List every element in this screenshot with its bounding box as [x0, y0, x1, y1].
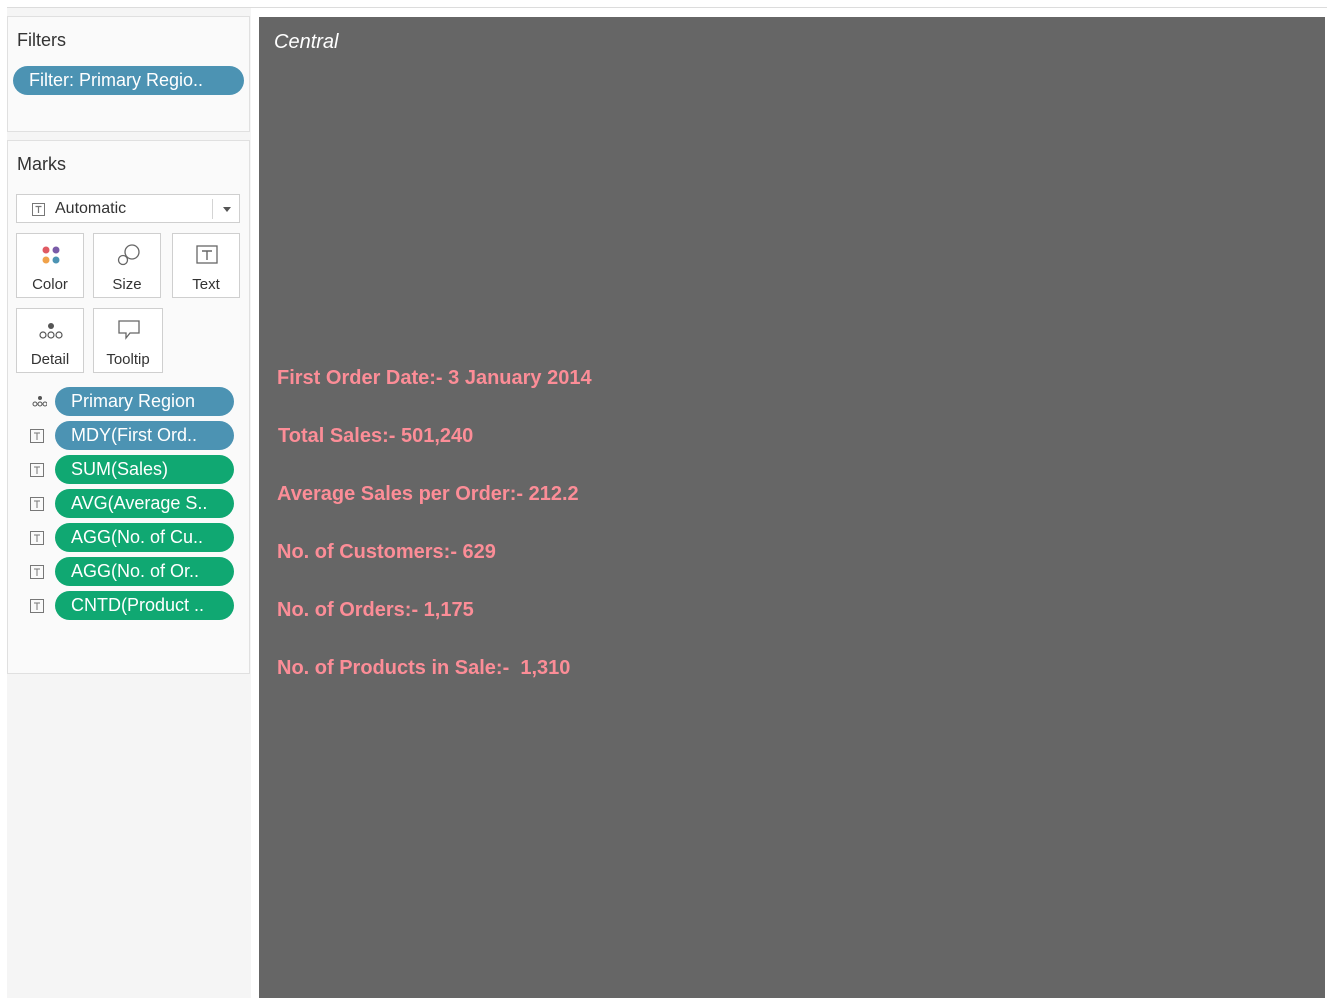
tooltip-label: Tooltip — [106, 351, 150, 368]
color-dots-icon — [42, 246, 60, 264]
text-field-icon — [30, 565, 44, 579]
tooltip-button[interactable]: Tooltip — [93, 308, 163, 373]
detail-icon — [32, 396, 47, 407]
text-mark-icon — [32, 203, 45, 216]
worksheet-view[interactable]: Central First Order Date:- 3 January 201… — [259, 17, 1325, 998]
dropdown-separator — [212, 199, 213, 219]
total-sales-text: Total Sales:- 501,240 — [278, 425, 474, 447]
no-of-orders-text: No. of Orders:- 1,175 — [277, 599, 474, 621]
size-label: Size — [112, 276, 142, 293]
first-order-date-text: First Order Date:- 3 January 2014 — [277, 367, 592, 389]
field-pill-avg-sales[interactable]: AVG(Average S.. — [55, 489, 234, 518]
text-field-icon — [30, 463, 44, 477]
no-of-customers-text: No. of Customers:- 629 — [277, 541, 496, 563]
text-field-icon — [30, 429, 44, 443]
size-circles-icon — [117, 244, 140, 266]
field-pill-no-of-customers[interactable]: AGG(No. of Cu.. — [55, 523, 234, 552]
tooltip-speech-icon — [118, 320, 140, 340]
field-pill-no-of-orders[interactable]: AGG(No. of Or.. — [55, 557, 234, 586]
average-sales-text: Average Sales per Order:- 212.2 — [277, 483, 579, 505]
text-field-icon — [30, 531, 44, 545]
text-field-icon — [30, 599, 44, 613]
field-pill-cntd-product[interactable]: CNTD(Product .. — [55, 591, 234, 620]
no-of-products-text: No. of Products in Sale:- 1,310 — [277, 657, 571, 679]
filters-shelf: Filters Filter: Primary Regio.. — [7, 16, 250, 132]
color-label: Color — [32, 276, 68, 293]
top-divider — [7, 7, 1327, 8]
filters-title: Filters — [17, 30, 66, 50]
field-pill-primary-region[interactable]: Primary Region — [55, 387, 234, 416]
text-icon — [196, 245, 218, 264]
mark-type-dropdown[interactable]: Automatic — [16, 194, 240, 223]
text-field-icon — [30, 497, 44, 511]
size-button[interactable]: Size — [93, 233, 161, 298]
field-pill-first-order-date[interactable]: MDY(First Ord.. — [55, 421, 234, 450]
text-label: Text — [192, 276, 220, 293]
marks-title: Marks — [17, 154, 66, 174]
view-title: Central — [274, 31, 339, 53]
detail-dots-icon — [39, 323, 63, 339]
field-pill-sum-sales[interactable]: SUM(Sales) — [55, 455, 234, 484]
mark-type-label: Automatic — [55, 200, 127, 217]
filter-pill-primary-region[interactable]: Filter: Primary Regio.. — [13, 66, 244, 95]
detail-button[interactable]: Detail — [16, 308, 84, 373]
color-button[interactable]: Color — [16, 233, 84, 298]
text-button[interactable]: Text — [172, 233, 240, 298]
detail-label: Detail — [30, 351, 70, 368]
chevron-down-icon[interactable] — [223, 207, 231, 212]
